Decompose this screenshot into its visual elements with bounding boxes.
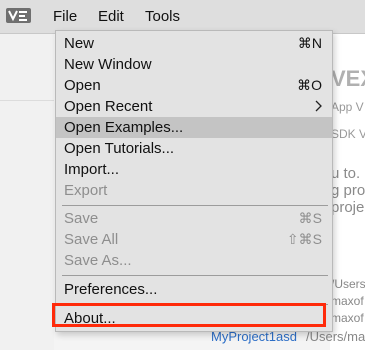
- menubar-tools[interactable]: Tools: [145, 8, 180, 26]
- menu-item-open-tutorials[interactable]: Open Tutorials...: [56, 138, 332, 159]
- recent-project-path[interactable]: /Users/m: [331, 277, 365, 291]
- menu-bar: File Edit Tools: [0, 0, 365, 34]
- menu-item-preferences[interactable]: Preferences...: [56, 279, 332, 300]
- file-menu-dropdown: New ⌘N New Window Open ⌘O Open Recent Op…: [55, 30, 333, 332]
- menu-item-new[interactable]: New ⌘N: [56, 33, 332, 54]
- menu-item-label: Preferences...: [64, 281, 158, 298]
- menu-item-label: Open: [64, 77, 101, 94]
- background-title: VEX: [331, 66, 365, 91]
- sidebar-divider: [0, 100, 54, 101]
- menu-item-label: Save As...: [64, 252, 132, 269]
- menu-item-shortcut: ⌘O: [297, 77, 322, 93]
- menu-item-open-examples[interactable]: Open Examples...: [56, 117, 332, 138]
- vex-logo-icon[interactable]: [6, 8, 31, 23]
- menu-item-label: Import...: [64, 161, 120, 178]
- background-sdk-version: SDK V: [331, 127, 365, 141]
- menu-item-label: Open Tutorials...: [64, 140, 175, 157]
- menu-item-label: Export: [64, 182, 108, 199]
- background-app-version: App V: [331, 100, 364, 114]
- menu-item-label: Open Recent: [64, 98, 153, 115]
- chevron-right-icon: [314, 99, 324, 113]
- background-text-line: proje: [331, 199, 365, 216]
- menu-item-shortcut: ⌘N: [297, 35, 322, 51]
- menu-item-shortcut: ⌘S: [298, 210, 322, 226]
- menu-item-label: New Window: [64, 56, 152, 73]
- menu-item-open[interactable]: Open ⌘O: [56, 75, 332, 96]
- menu-separator: [62, 275, 328, 276]
- menu-item-save: Save ⌘S: [56, 208, 332, 229]
- menu-item-save-as: Save As...: [56, 250, 332, 271]
- menu-item-save-all: Save All ⇧⌘S: [56, 229, 332, 250]
- menu-item-label: Save: [64, 210, 99, 227]
- background-sidebar: [0, 34, 54, 350]
- menubar-edit[interactable]: Edit: [98, 8, 124, 26]
- background-text-line: g pro: [331, 182, 365, 199]
- recent-project-path[interactable]: maxof: [331, 294, 364, 308]
- menubar-file[interactable]: File: [53, 8, 77, 26]
- menu-item-label: Save All: [64, 231, 119, 248]
- menu-item-label: New: [64, 35, 95, 52]
- menu-item-open-recent[interactable]: Open Recent: [56, 96, 332, 117]
- recent-project-path[interactable]: maxof: [331, 311, 364, 325]
- menu-item-import[interactable]: Import...: [56, 159, 332, 180]
- menu-item-shortcut: ⇧⌘S: [286, 231, 322, 247]
- menu-separator: [62, 205, 328, 206]
- menu-item-label: Open Examples...: [64, 119, 184, 136]
- about-highlight-box: [52, 303, 326, 327]
- menu-item-export: Export: [56, 180, 332, 201]
- background-text-line: u to.: [331, 165, 361, 182]
- menu-item-new-window[interactable]: New Window: [56, 54, 332, 75]
